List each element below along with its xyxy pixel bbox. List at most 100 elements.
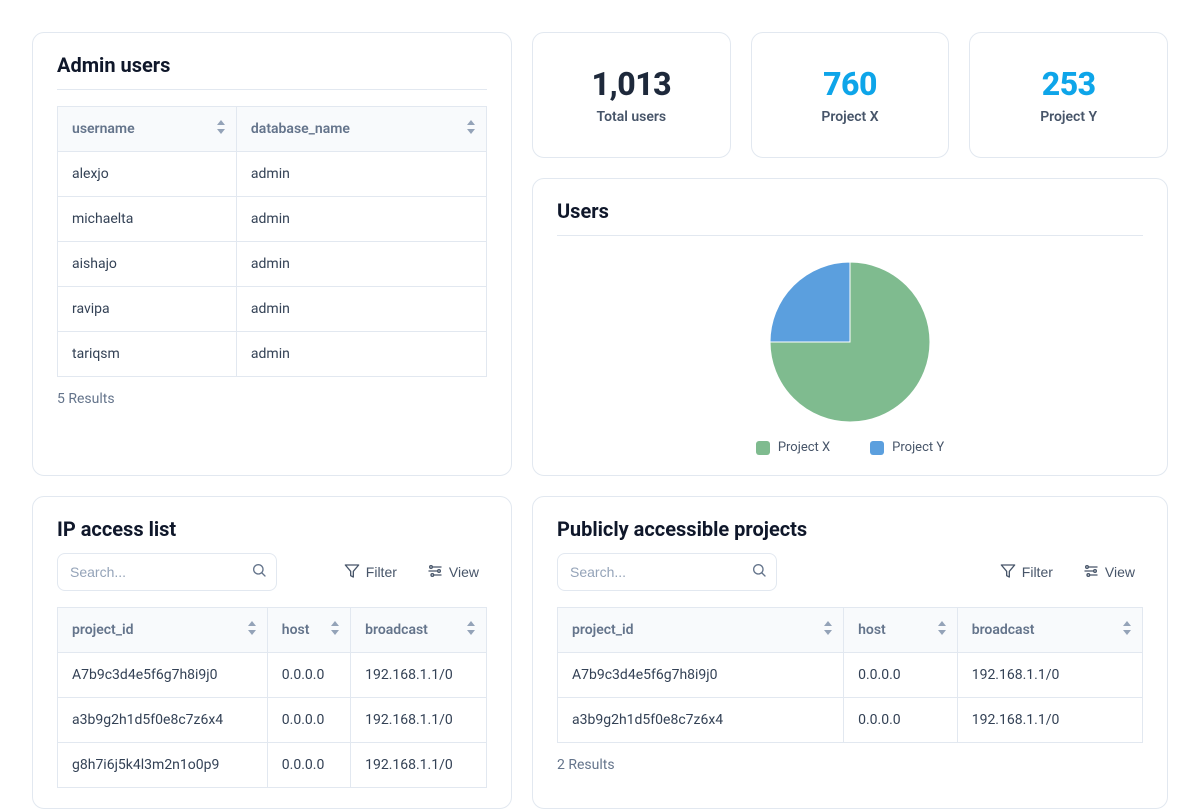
legend-project-y: Project Y bbox=[870, 440, 944, 455]
col-project-id-label: project_id bbox=[572, 622, 634, 638]
legend-swatch-icon bbox=[756, 441, 770, 455]
public-projects-results: 2 Results bbox=[557, 757, 1143, 773]
cell-project-id: a3b9g2h1d5f0e8c7z6x4 bbox=[58, 698, 268, 743]
public-view-label: View bbox=[1105, 564, 1135, 580]
admin-users-card: Admin users username database_name bbox=[32, 32, 512, 476]
legend-project-x-label: Project X bbox=[778, 440, 830, 455]
table-row[interactable]: michaelta admin bbox=[58, 197, 487, 242]
sort-icon bbox=[247, 621, 257, 639]
sort-icon bbox=[823, 621, 833, 639]
ip-filter-button[interactable]: Filter bbox=[336, 557, 405, 588]
stat-total-label: Total users bbox=[549, 109, 714, 125]
table-row[interactable]: g8h7i6j5k4l3m2n1o0p9 0.0.0.0 192.168.1.1… bbox=[58, 743, 487, 788]
cell-host: 0.0.0.0 bbox=[267, 743, 350, 788]
admin-users-title: Admin users bbox=[57, 53, 487, 77]
cell-username: alexjo bbox=[58, 152, 237, 197]
table-row[interactable]: aishajo admin bbox=[58, 242, 487, 287]
sliders-icon bbox=[1083, 563, 1099, 582]
cell-broadcast: 192.168.1.1/0 bbox=[957, 653, 1142, 698]
table-row[interactable]: tariqsm admin bbox=[58, 332, 487, 377]
legend-swatch-icon bbox=[870, 441, 884, 455]
table-row[interactable]: a3b9g2h1d5f0e8c7z6x4 0.0.0.0 192.168.1.1… bbox=[558, 698, 1143, 743]
legend-project-x: Project X bbox=[756, 440, 830, 455]
cell-host: 0.0.0.0 bbox=[844, 653, 958, 698]
table-row[interactable]: alexjo admin bbox=[58, 152, 487, 197]
sort-icon bbox=[330, 621, 340, 639]
search-icon bbox=[251, 562, 267, 582]
col-database-name-label: database_name bbox=[251, 121, 350, 137]
col-username-label: username bbox=[72, 121, 135, 137]
col-username[interactable]: username bbox=[58, 107, 237, 152]
sort-icon bbox=[937, 621, 947, 639]
public-projects-table: project_id host broadcast A7b9c3d4e5f6g7 bbox=[557, 607, 1143, 743]
public-projects-card: Publicly accessible projects Filter View bbox=[532, 496, 1168, 809]
cell-broadcast: 192.168.1.1/0 bbox=[957, 698, 1142, 743]
col-broadcast[interactable]: broadcast bbox=[351, 608, 487, 653]
table-row[interactable]: ravipa admin bbox=[58, 287, 487, 332]
ip-search-input[interactable] bbox=[70, 564, 251, 580]
sort-icon bbox=[216, 120, 226, 138]
cell-project-id: A7b9c3d4e5f6g7h8i9j0 bbox=[558, 653, 844, 698]
pie-chart bbox=[557, 252, 1143, 440]
filter-icon bbox=[1000, 563, 1016, 582]
users-chart-title: Users bbox=[557, 199, 1143, 223]
cell-username: ravipa bbox=[58, 287, 237, 332]
col-project-id-label: project_id bbox=[72, 622, 134, 638]
chart-legend: Project X Project Y bbox=[557, 440, 1143, 455]
admin-users-results: 5 Results bbox=[57, 391, 487, 407]
ip-search-box[interactable] bbox=[57, 553, 277, 591]
col-project-id[interactable]: project_id bbox=[558, 608, 844, 653]
cell-host: 0.0.0.0 bbox=[267, 698, 350, 743]
cell-project-id: A7b9c3d4e5f6g7h8i9j0 bbox=[58, 653, 268, 698]
public-view-button[interactable]: View bbox=[1075, 557, 1143, 588]
col-broadcast-label: broadcast bbox=[365, 622, 428, 638]
cell-broadcast: 192.168.1.1/0 bbox=[351, 743, 487, 788]
col-broadcast-label: broadcast bbox=[972, 622, 1035, 638]
users-chart-card: Users Project X Project Y bbox=[532, 178, 1168, 476]
ip-access-title: IP access list bbox=[57, 517, 487, 541]
stat-project-x: 760 Project X bbox=[751, 32, 950, 158]
sort-icon bbox=[466, 621, 476, 639]
search-icon bbox=[751, 562, 767, 582]
admin-users-table: username database_name alexjo bbox=[57, 106, 487, 377]
stat-total-value: 1,013 bbox=[549, 65, 714, 103]
cell-host: 0.0.0.0 bbox=[267, 653, 350, 698]
stat-total-users: 1,013 Total users bbox=[532, 32, 731, 158]
divider bbox=[57, 89, 487, 90]
public-search-box[interactable] bbox=[557, 553, 777, 591]
cell-broadcast: 192.168.1.1/0 bbox=[351, 698, 487, 743]
col-host-label: host bbox=[858, 622, 886, 638]
public-projects-title: Publicly accessible projects bbox=[557, 517, 1143, 541]
col-database-name[interactable]: database_name bbox=[236, 107, 486, 152]
col-host[interactable]: host bbox=[844, 608, 958, 653]
cell-database-name: admin bbox=[236, 287, 486, 332]
sort-icon bbox=[1122, 621, 1132, 639]
sliders-icon bbox=[427, 563, 443, 582]
ip-access-card: IP access list Filter View bbox=[32, 496, 512, 809]
public-filter-label: Filter bbox=[1022, 564, 1053, 580]
cell-database-name: admin bbox=[236, 242, 486, 287]
table-row[interactable]: a3b9g2h1d5f0e8c7z6x4 0.0.0.0 192.168.1.1… bbox=[58, 698, 487, 743]
ip-view-label: View bbox=[449, 564, 479, 580]
sort-icon bbox=[466, 120, 476, 138]
cell-username: michaelta bbox=[58, 197, 237, 242]
ip-access-table: project_id host broadcast A7b9c3d4e5f6g7 bbox=[57, 607, 487, 788]
cell-database-name: admin bbox=[236, 197, 486, 242]
public-search-input[interactable] bbox=[570, 564, 751, 580]
cell-project-id: g8h7i6j5k4l3m2n1o0p9 bbox=[58, 743, 268, 788]
table-row[interactable]: A7b9c3d4e5f6g7h8i9j0 0.0.0.0 192.168.1.1… bbox=[558, 653, 1143, 698]
table-row[interactable]: A7b9c3d4e5f6g7h8i9j0 0.0.0.0 192.168.1.1… bbox=[58, 653, 487, 698]
stat-project-x-value: 760 bbox=[768, 65, 933, 103]
filter-icon bbox=[344, 563, 360, 582]
col-host[interactable]: host bbox=[267, 608, 350, 653]
col-host-label: host bbox=[282, 622, 310, 638]
ip-filter-label: Filter bbox=[366, 564, 397, 580]
cell-database-name: admin bbox=[236, 152, 486, 197]
col-project-id[interactable]: project_id bbox=[58, 608, 268, 653]
divider bbox=[557, 235, 1143, 236]
col-broadcast[interactable]: broadcast bbox=[957, 608, 1142, 653]
public-filter-button[interactable]: Filter bbox=[992, 557, 1061, 588]
cell-username: tariqsm bbox=[58, 332, 237, 377]
ip-view-button[interactable]: View bbox=[419, 557, 487, 588]
stat-project-y: 253 Project Y bbox=[969, 32, 1168, 158]
